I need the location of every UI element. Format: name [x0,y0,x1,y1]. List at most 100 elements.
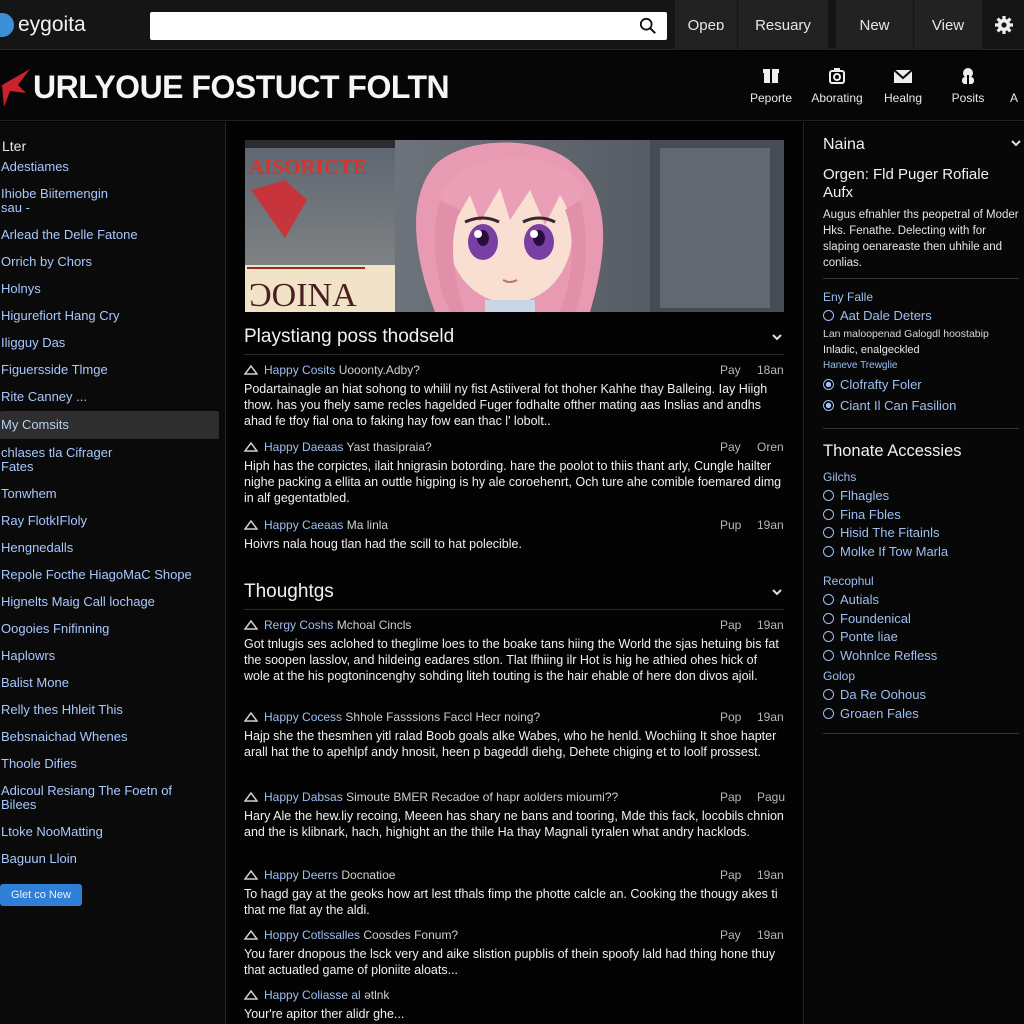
sidebar-item[interactable]: Adicoul Resiang The Foetn of Bilees [0,784,224,812]
post-subject[interactable]: Yast thasipraia? [347,440,432,454]
section-header[interactable]: Playstiang poss thodseld [244,319,784,355]
radio-option[interactable]: Hisid The Fitainls [823,525,939,540]
post-author-line[interactable]: Happy Caeaas Ma linla [264,518,388,532]
sidebar-item[interactable]: Baguun Lloin [0,852,224,866]
post-author-line[interactable]: Happy Deerrs Docnatioe [264,868,395,882]
post-item[interactable]: Happy Cocess Shhole Fasssions Faccl Hecr… [244,710,784,760]
nav-open[interactable]: Opeɒ [675,0,737,50]
settings-button[interactable] [984,0,1024,50]
sidebar-item[interactable]: Orrich by Chors [0,255,224,269]
radio-option[interactable]: Foundenical [823,611,911,626]
post-subject[interactable]: ətlnk [364,988,389,1002]
radio-option[interactable]: Molke If Tow Marla [823,544,948,559]
post-item[interactable]: Hoppy Cotlssalles Coosdes Fonum? Pay 19an Y… [244,928,784,978]
sidebar-item[interactable]: Iligguy Das [0,336,224,350]
post-date: Pay [720,363,741,377]
sidebar-item[interactable]: Tonwhem [0,487,224,501]
nav-view[interactable]: View [914,0,982,50]
post-item[interactable]: Happy Caeaas Ma linla Pup 19an Hoivrs nala … [244,518,784,552]
sidebar-item[interactable]: Relly thes Hhleit This [0,703,224,717]
option-label: Ponte liae [840,629,898,645]
header-nav-posits[interactable]: Posits [933,67,1003,105]
post-item[interactable]: Rergy Coshs Mchoal Cincls Pap 19an Got tnlu… [244,618,784,684]
sidebar-item[interactable]: Adestiames [0,160,224,174]
sidebar-item[interactable]: Thoole Difies [0,757,224,771]
nav-resuary[interactable]: Resuary [738,0,828,50]
post-author-line[interactable]: Happy Dabsas Simoute BMER Recadoe of hap… [264,790,618,804]
post-author-line[interactable]: Happy Coliasse al ətlnk [264,988,389,1002]
sidebar-item[interactable]: Balist Mone [0,676,224,690]
post-item[interactable]: Happy Deerrs Docnatioe Pap 19an To hagd gay… [244,868,784,918]
radio-option[interactable]: Flhagles [823,488,889,503]
post-subject[interactable]: Mchoal Cincls [337,618,412,632]
sidebar-item[interactable]: Oogoies Fnifinning [0,622,224,636]
brand[interactable]: eygoita [0,11,86,39]
post-item[interactable]: Happy Coliasse al ətlnk Your're apitor th… [244,988,784,1022]
radio-option[interactable]: Aat Dale Deters [823,308,932,323]
banner-image[interactable]: AISORICTE ƆOINA [245,140,784,312]
radio-option[interactable]: Da Re Oohous [823,687,926,702]
panel-description: Augus efnahler ths peopetral of Moder Hk… [823,209,1019,269]
post-author-line[interactable]: Happy Cosits Uooonty.Adby? [264,363,420,377]
radio-option[interactable]: Clofrafty Foler [823,377,922,392]
search-icon[interactable] [639,17,657,35]
post-author[interactable]: Happy Caeaas [264,518,343,532]
chevron-down-icon[interactable] [770,330,784,344]
post-author[interactable]: Hoppy Cotlssalles [264,928,360,942]
post-author[interactable]: Happy Coliasse al [264,988,361,1002]
post-author[interactable]: Rergy Coshs [264,618,333,632]
header-nav-aborating[interactable]: Aborating [802,67,872,105]
post-author[interactable]: Happy Cosits [264,363,335,377]
search-input[interactable] [150,12,667,40]
section-header[interactable]: Thoughtgs [244,574,784,610]
post-item[interactable]: Happy Dabsas Simoute BMER Recadoe of hap… [244,790,785,840]
post-item[interactable]: Happy Daeaas Yast thasipraia? Pay Oren Hiph… [244,440,784,506]
radio-option[interactable]: Autials [823,592,879,607]
radio-option[interactable]: Groaen Fales [823,706,919,721]
sidebar-item[interactable]: Ltoke NooMatting [0,825,224,839]
chevron-down-icon[interactable] [770,585,784,599]
header-nav-healng[interactable]: Healng [868,67,938,105]
post-author[interactable]: Happy Daeaas [264,440,343,454]
radio-option[interactable]: Fina Fbles [823,507,901,522]
post-author[interactable]: Happy Deerrs [264,868,338,882]
post-author-line[interactable]: Happy Cocess Shhole Fasssions Faccl Hecr… [264,710,540,724]
sidebar-item[interactable]: chlases tla Cifrager Fates [0,446,224,474]
post-author-line[interactable]: Rergy Coshs Mchoal Cincls [264,618,411,632]
sidebar-item[interactable]: Hengnedalls [0,541,224,555]
header-nav-peporte[interactable]: Peporte [736,67,806,105]
post-subject[interactable]: Coosdes Fonum? [363,928,458,942]
sidebar-item[interactable]: Arlead the Delle Fatone [0,228,224,242]
post-subject[interactable]: Simoute BMER Recadoe of hapr aolders mio… [346,790,618,804]
sidebar-item[interactable]: Haplowrs [0,649,224,663]
post-subject[interactable]: Ma linla [347,518,388,532]
radio-option[interactable]: Ponte liae [823,629,898,644]
post-author[interactable]: Happy Cocess [264,710,342,724]
sidebar-item[interactable]: Hignelts Maig Call lochage [0,595,224,609]
post-item[interactable]: Happy Cosits Uooonty.Adby? Pay 18an Podarta… [244,363,784,429]
post-author[interactable]: Happy Dabsas [264,790,343,804]
post-author-line[interactable]: Happy Daeaas Yast thasipraia? [264,440,432,454]
sidebar-item[interactable]: Higurefiort Hang Cry [0,309,224,323]
radio-option[interactable]: Wohnlce Refless [823,648,937,663]
sidebar-item[interactable]: Repole Focthe HiagoMaC Shope [0,568,224,582]
nav-new[interactable]: New [836,0,913,50]
post-subject[interactable]: Shhole Fasssions Faccl Hecr noing? [345,710,540,724]
header-nav-more[interactable]: A [1010,91,1024,105]
get-new-button[interactable]: Glet co New [0,884,82,906]
sidebar-item[interactable]: Bebsnaichad Whenes [0,730,224,744]
radio-option[interactable]: Ciant Il Can Fasilion [823,398,956,413]
sidebar-item[interactable]: My Comsits [0,411,219,439]
post-date: Pup [720,518,742,532]
sidebar-item[interactable]: Figuersside Tlmge [0,363,224,377]
option-label: Aat Dale Deters [840,308,932,323]
sidebar-item[interactable]: Holnys [0,282,224,296]
sidebar-item[interactable]: Ihiobe Biitemengin sau - [0,187,224,215]
post-subject[interactable]: Uooonty.Adby? [339,363,420,377]
sidebar-item[interactable]: Rite Canney ... [0,390,224,404]
sidebar-item[interactable]: Ray FlotkIFloly [0,514,224,528]
post-subject[interactable]: Docnatioe [341,868,395,882]
chevron-down-icon[interactable] [1009,136,1023,150]
post-author-line[interactable]: Hoppy Cotlssalles Coosdes Fonum? [264,928,458,942]
panel-header[interactable]: Naina [823,136,1023,154]
